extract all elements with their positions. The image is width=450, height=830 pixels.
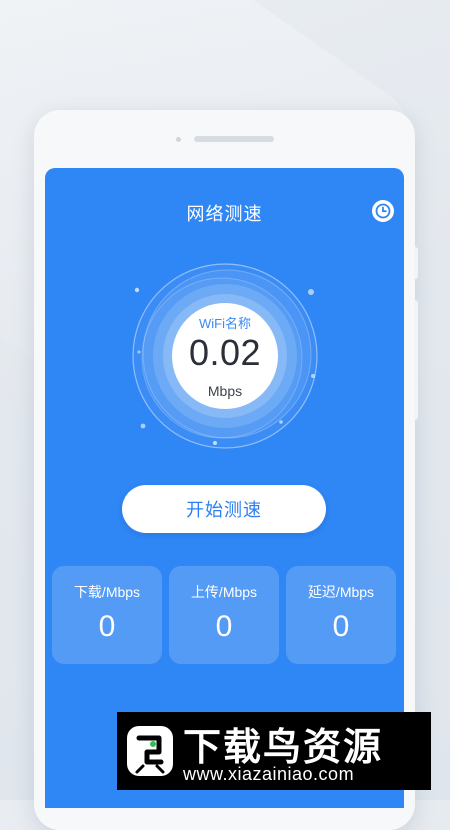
- start-speed-test-button[interactable]: 开始测速: [122, 485, 326, 533]
- latency-stat-card: 延迟/Mbps 0: [286, 566, 396, 664]
- upload-stat-card: 上传/Mbps 0: [169, 566, 279, 664]
- bird-logo-icon: [127, 726, 173, 776]
- upload-value: 0: [215, 610, 233, 643]
- latency-label: 延迟/Mbps: [307, 584, 375, 600]
- phone-camera-dot: [176, 137, 181, 142]
- page-title: 网络测速: [186, 204, 263, 224]
- latency-value: 0: [332, 610, 350, 643]
- clock-icon[interactable]: [372, 200, 394, 222]
- upload-label: 上传/Mbps: [190, 584, 258, 600]
- download-label: 下载/Mbps: [73, 584, 141, 600]
- wifi-name-label: WiFi名称: [199, 316, 251, 331]
- speed-value: 0.02: [188, 332, 262, 373]
- download-value: 0: [98, 610, 116, 643]
- download-stat-card: 下载/Mbps 0: [52, 566, 162, 664]
- phone-speaker: [194, 136, 274, 142]
- watermark-brand: 下载鸟资源: [183, 725, 384, 769]
- speed-unit: Mbps: [207, 383, 243, 399]
- watermark-banner: 下载鸟资源 www.xiazainiao.com: [117, 712, 431, 790]
- phone-side-button: [414, 247, 418, 279]
- watermark-url: www.xiazainiao.com: [183, 764, 355, 784]
